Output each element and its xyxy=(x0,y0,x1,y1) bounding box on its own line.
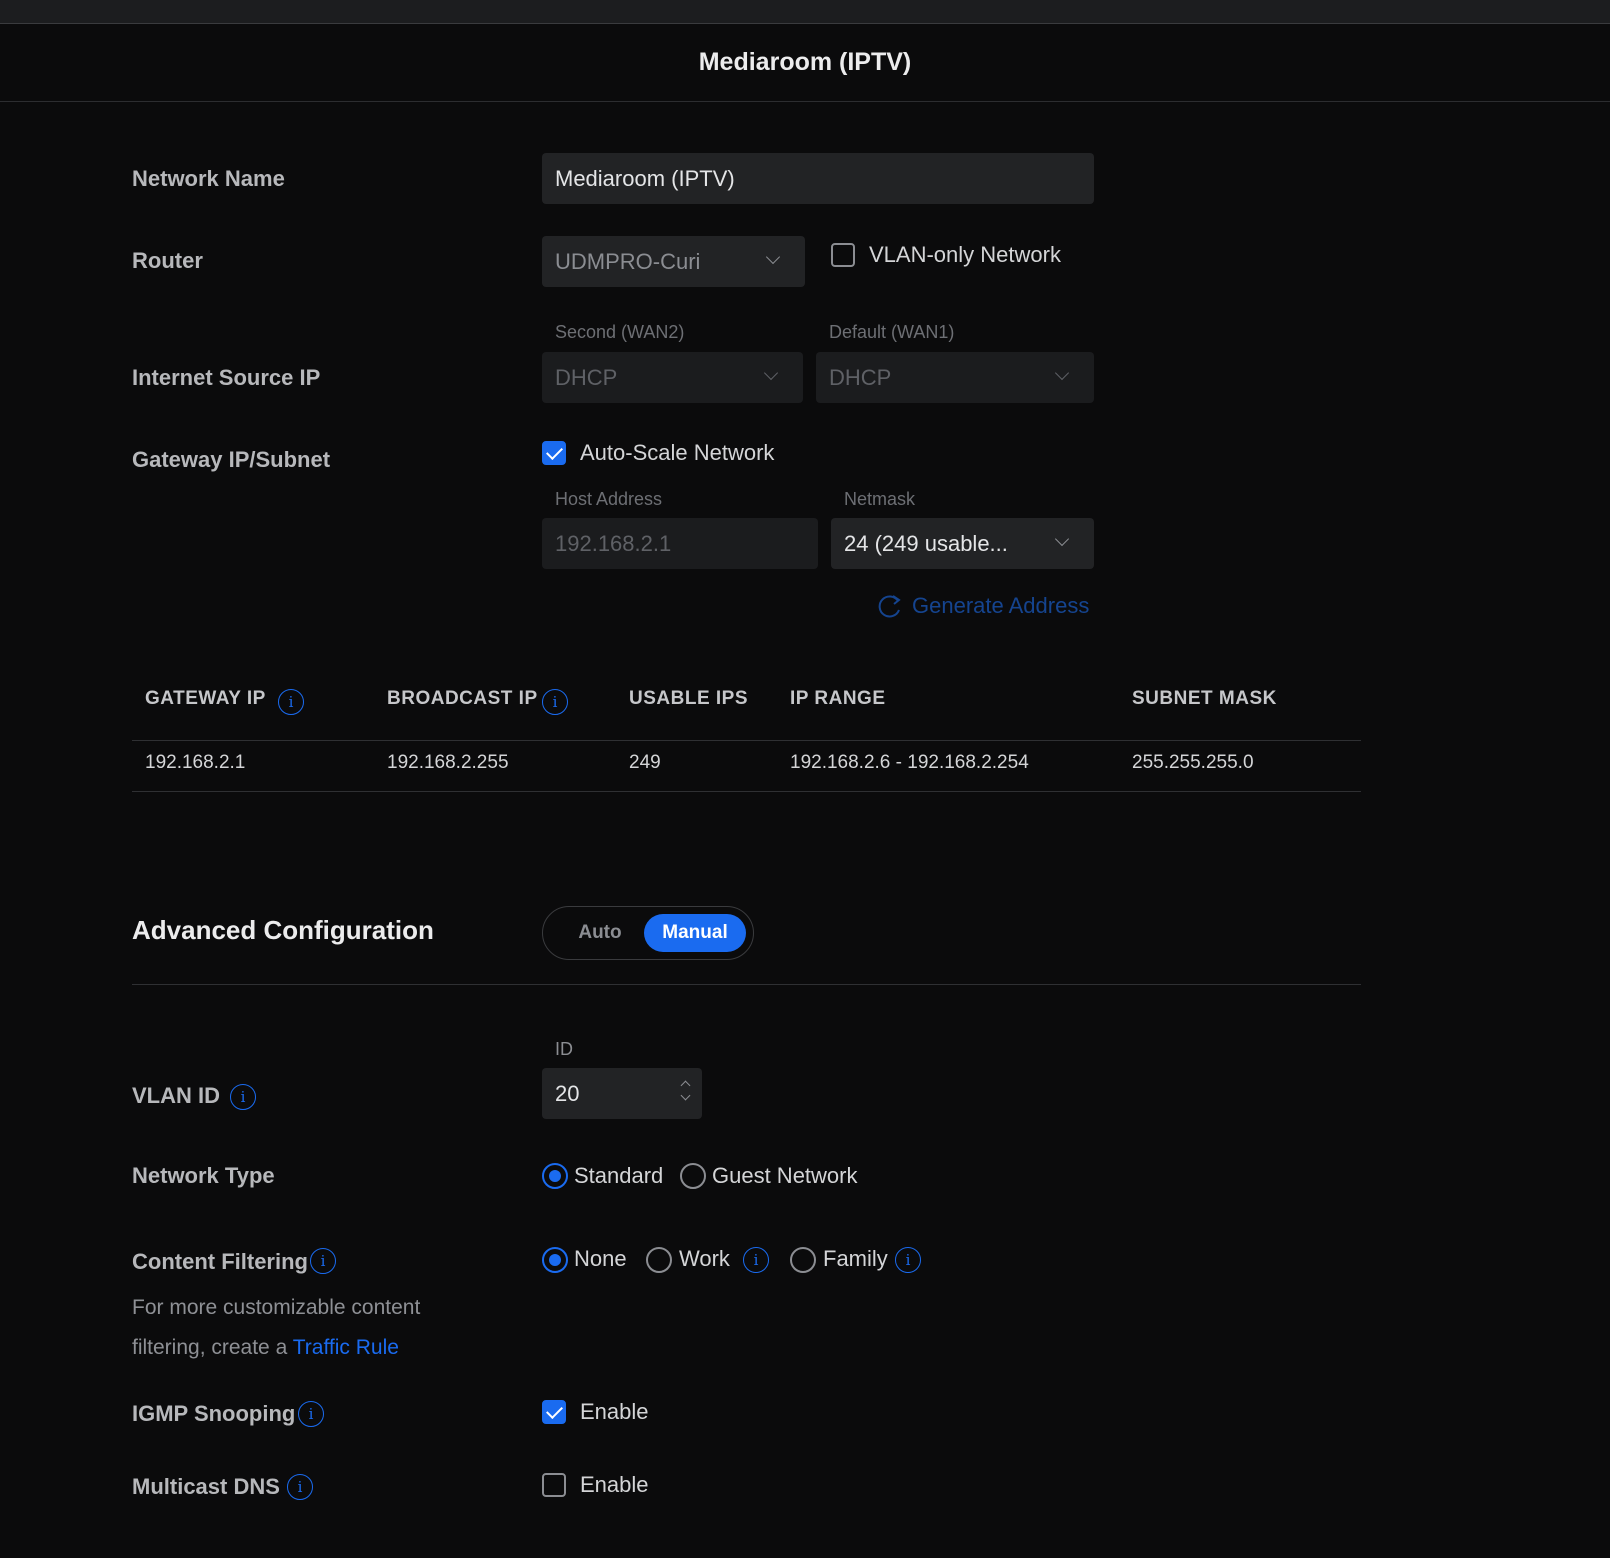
generate-address-button[interactable]: Generate Address xyxy=(876,592,1089,620)
netmask-label: Netmask xyxy=(844,489,916,509)
filter-work-radio[interactable] xyxy=(646,1247,672,1273)
internet-source-label: Internet Source IP xyxy=(132,365,321,390)
vlan-only-checkbox[interactable] xyxy=(831,243,855,267)
top-bar xyxy=(0,0,1610,24)
th-ip-range: IP RANGE xyxy=(790,688,886,709)
broadcast-ip-info-icon[interactable]: i xyxy=(542,689,568,715)
table-divider xyxy=(132,740,1361,741)
router-select-value: UDMPRO-Curi xyxy=(555,248,701,274)
td-gateway-ip: 192.168.2.1 xyxy=(145,752,246,773)
section-divider xyxy=(132,984,1361,985)
auto-scale-checkbox[interactable] xyxy=(542,441,566,465)
auto-option[interactable]: Auto xyxy=(555,914,645,952)
vlan-id-value: 20 xyxy=(555,1080,580,1106)
wan1-select-value: DHCP xyxy=(829,364,892,390)
network-type-standard-radio[interactable] xyxy=(542,1163,568,1189)
auto-scale-label: Auto-Scale Network xyxy=(580,440,775,465)
host-address-value: 192.168.2.1 xyxy=(555,530,672,556)
wan2-label: Second (WAN2) xyxy=(555,322,685,342)
vlan-id-input[interactable]: 20 xyxy=(542,1068,702,1119)
td-subnet-mask: 255.255.255.0 xyxy=(1132,752,1254,773)
mdns-info-icon[interactable]: i xyxy=(287,1474,313,1500)
th-broadcast-ip: BROADCAST IP xyxy=(387,688,538,709)
content-filtering-label: Content Filtering xyxy=(132,1249,308,1274)
host-address-label: Host Address xyxy=(555,489,663,509)
network-name-label: Network Name xyxy=(132,166,285,191)
content-filtering-info-icon[interactable]: i xyxy=(310,1248,336,1274)
gateway-subnet-label: Gateway IP/Subnet xyxy=(132,447,331,472)
filter-family-radio[interactable] xyxy=(790,1247,816,1273)
filter-family-label: Family xyxy=(823,1246,888,1271)
wan1-select[interactable]: DHCP xyxy=(816,352,1094,403)
chevron-down-icon xyxy=(763,365,779,381)
gateway-ip-info-icon[interactable]: i xyxy=(278,689,304,715)
filter-work-info-icon[interactable]: i xyxy=(743,1247,769,1273)
router-select[interactable]: UDMPRO-Curi xyxy=(542,236,805,287)
td-ip-range: 192.168.2.6 - 192.168.2.254 xyxy=(790,752,1029,773)
manual-option[interactable]: Manual xyxy=(644,914,746,952)
td-broadcast-ip: 192.168.2.255 xyxy=(387,752,509,773)
mdns-enable-checkbox[interactable] xyxy=(542,1473,566,1497)
igmp-enable-checkbox[interactable] xyxy=(542,1400,566,1424)
advanced-config-toggle: Auto Manual xyxy=(542,906,754,960)
igmp-enable-label: Enable xyxy=(580,1399,649,1424)
vlan-id-stepper[interactable] xyxy=(680,1078,691,1104)
wan1-label: Default (WAN1) xyxy=(829,322,955,342)
page-title: Mediaroom (IPTV) xyxy=(0,24,1610,102)
router-label: Router xyxy=(132,248,203,273)
igmp-info-icon[interactable]: i xyxy=(298,1401,324,1427)
network-name-input[interactable]: Mediaroom (IPTV) xyxy=(542,153,1094,204)
th-usable-ips: USABLE IPS xyxy=(629,688,749,709)
multicast-dns-label: Multicast DNS xyxy=(132,1474,280,1499)
vlan-id-label: VLAN ID xyxy=(132,1083,220,1108)
chevron-down-icon xyxy=(765,249,781,265)
vlan-id-sublabel: ID xyxy=(555,1039,573,1059)
chevron-down-icon xyxy=(1054,531,1070,547)
vlan-id-info-icon[interactable]: i xyxy=(230,1084,256,1110)
network-type-standard-label: Standard xyxy=(574,1163,664,1188)
wan2-select[interactable]: DHCP xyxy=(542,352,803,403)
generate-address-label: Generate Address xyxy=(912,593,1090,618)
network-type-guest-radio[interactable] xyxy=(680,1163,706,1189)
mdns-enable-label: Enable xyxy=(580,1472,649,1497)
chevron-down-icon[interactable] xyxy=(680,1090,691,1101)
refresh-icon xyxy=(878,595,901,618)
vlan-only-label: VLAN-only Network xyxy=(869,242,1061,267)
network-type-guest-label: Guest Network xyxy=(712,1163,858,1188)
td-usable-ips: 249 xyxy=(629,752,661,773)
network-name-value: Mediaroom (IPTV) xyxy=(555,165,735,191)
filter-none-radio[interactable] xyxy=(542,1247,568,1273)
chevron-up-icon[interactable] xyxy=(680,1080,691,1091)
host-address-input[interactable]: 192.168.2.1 xyxy=(542,518,818,569)
filter-work-label: Work xyxy=(679,1246,730,1271)
netmask-select-value: 24 (249 usable... xyxy=(844,530,1008,556)
traffic-rule-link[interactable]: Traffic Rule xyxy=(293,1336,399,1359)
network-type-label: Network Type xyxy=(132,1163,275,1188)
th-subnet-mask: SUBNET MASK xyxy=(1132,688,1277,709)
wan2-select-value: DHCP xyxy=(555,364,618,390)
igmp-snooping-label: IGMP Snooping xyxy=(132,1401,296,1426)
advanced-config-label: Advanced Configuration xyxy=(132,915,434,945)
netmask-select[interactable]: 24 (249 usable... xyxy=(831,518,1094,569)
th-gateway-ip: GATEWAY IP xyxy=(145,688,266,709)
table-divider xyxy=(132,791,1361,792)
filter-none-label: None xyxy=(574,1246,627,1271)
content-filtering-help: For more customizable content filtering,… xyxy=(132,1288,472,1368)
filter-family-info-icon[interactable]: i xyxy=(895,1247,921,1273)
chevron-down-icon xyxy=(1054,365,1070,381)
